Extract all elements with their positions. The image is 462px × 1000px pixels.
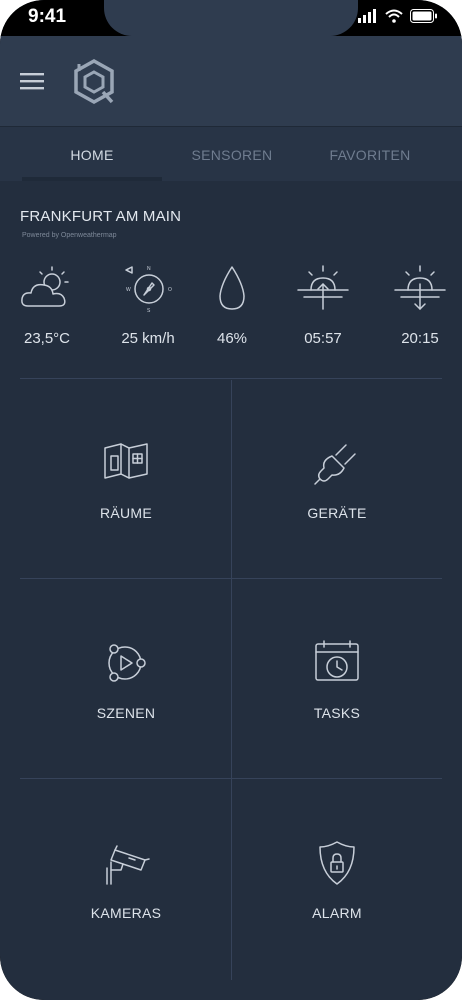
signal-icon [358, 9, 376, 23]
battery-icon [410, 9, 437, 23]
sunrise-icon [297, 265, 349, 310]
tile-label: TASKS [313, 705, 361, 721]
tile-kameras[interactable]: KAMERAS [21, 780, 231, 980]
tile-alarm[interactable]: ALARM [232, 780, 442, 980]
plug-icon [314, 444, 356, 485]
sunset-icon [394, 265, 446, 310]
hamburger-menu-icon[interactable] [20, 70, 46, 92]
tile-tasks[interactable]: TASKS [232, 580, 442, 780]
phone-frame: 9:41 HOME SENSOREN FAVORITEN FRANKFURT A… [0, 0, 462, 1000]
status-icons [358, 9, 438, 23]
notch [104, 0, 358, 36]
tile-label: GERÄTE [307, 505, 367, 521]
weather-wind: 25 km/h [121, 330, 175, 347]
cloud-sun-icon [21, 266, 69, 307]
weather-city: FRANKFURT AM MAIN [20, 208, 182, 225]
svg-text:S: S [147, 308, 151, 314]
tile-szenen[interactable]: SZENEN [21, 580, 231, 780]
status-bar: 9:41 [0, 0, 462, 36]
tile-label: RÄUME [99, 505, 153, 521]
weather-powered-by: Powered by Openweathermap [22, 232, 117, 239]
status-time: 9:41 [28, 6, 67, 27]
weather-temperature: 23,5°C [23, 330, 71, 347]
weather-sunrise: 05:57 [304, 330, 342, 347]
svg-text:O: O [168, 287, 172, 293]
wind-compass-icon: N S W O [125, 266, 172, 314]
svg-text:W: W [126, 287, 131, 293]
scenes-icon [108, 644, 146, 682]
tile-geraete[interactable]: GERÄTE [232, 380, 442, 580]
grid-divider [20, 378, 442, 379]
shield-lock-icon [319, 841, 355, 885]
tile-label: SZENEN [96, 705, 156, 721]
active-tab-indicator [22, 177, 162, 181]
app-screen: 9:41 HOME SENSOREN FAVORITEN FRANKFURT A… [0, 0, 462, 1000]
camera-icon [106, 845, 150, 885]
tile-label: KAMERAS [90, 905, 162, 921]
wifi-icon [385, 9, 403, 23]
weather-sunset: 20:15 [401, 330, 439, 347]
app-header [0, 36, 462, 126]
tab-home[interactable]: HOME [22, 127, 162, 181]
tile-raeume[interactable]: RÄUME [21, 380, 231, 580]
app-logo-icon [74, 58, 114, 105]
calendar-clock-icon [315, 640, 359, 681]
weather-humidity: 46% [216, 330, 248, 347]
tab-sensoren[interactable]: SENSOREN [162, 127, 302, 181]
room-icon [104, 443, 148, 479]
humidity-drop-icon [219, 266, 245, 310]
tab-favoriten[interactable]: FAVORITEN [300, 127, 440, 181]
tab-bar: HOME SENSOREN FAVORITEN [0, 126, 462, 181]
svg-text:N: N [147, 266, 151, 272]
tile-label: ALARM [312, 905, 362, 921]
